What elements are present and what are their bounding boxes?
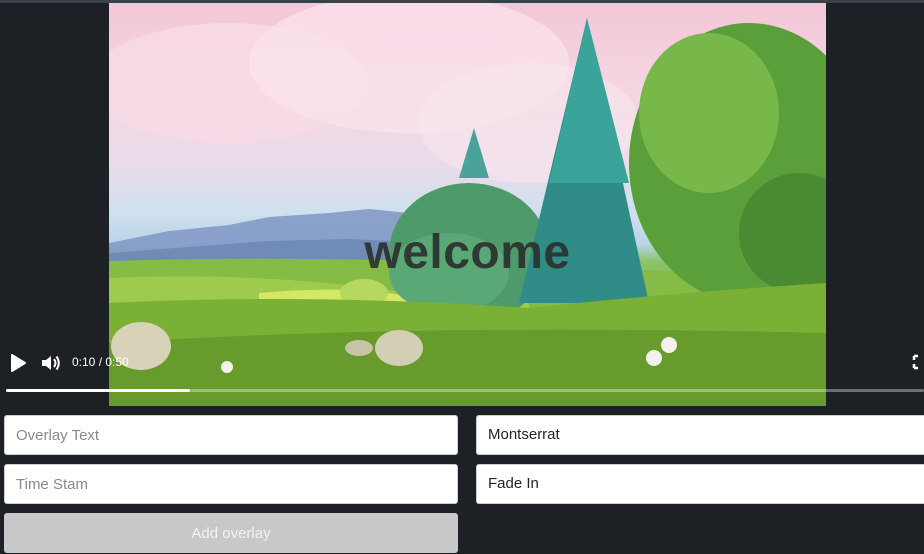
time-display: 0:10 / 0:50 [72, 355, 129, 369]
video-controls: 0:10 / 0:50 [0, 343, 924, 403]
play-icon [11, 354, 26, 372]
overlay-form: Montserrat Fade In Add overlay [0, 406, 924, 554]
volume-button[interactable] [40, 353, 62, 373]
progress-bar[interactable] [6, 389, 924, 392]
fullscreen-button[interactable] [912, 354, 924, 370]
volume-icon [42, 355, 60, 371]
animation-select[interactable]: Fade In [476, 464, 924, 504]
timestamp-input[interactable] [4, 464, 458, 504]
video-player[interactable]: welcome 0:10 / 0:50 [0, 3, 924, 406]
add-overlay-button[interactable]: Add overlay [4, 513, 458, 553]
play-button[interactable] [8, 353, 28, 373]
fullscreen-icon [912, 354, 918, 370]
font-select[interactable]: Montserrat [476, 415, 924, 455]
progress-fill [6, 389, 190, 392]
overlay-text-input[interactable] [4, 415, 458, 455]
overlay-caption: welcome [364, 226, 571, 279]
